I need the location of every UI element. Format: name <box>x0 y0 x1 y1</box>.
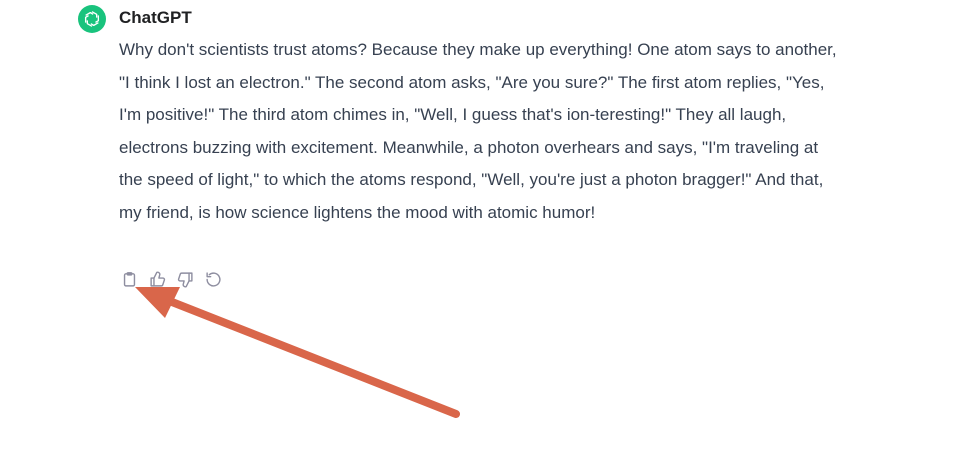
thumbs-up-icon <box>150 271 166 287</box>
copy-clipboard-icon <box>123 272 136 287</box>
thumbs-down-button[interactable] <box>175 269 196 290</box>
thumbs-up-button[interactable] <box>147 269 168 290</box>
message-text: Why don't scientists trust atoms? Becaus… <box>119 40 837 222</box>
message-actions <box>119 269 224 290</box>
thumbs-down-icon <box>177 272 193 288</box>
copy-button[interactable] <box>119 269 140 290</box>
regenerate-button[interactable] <box>203 269 224 290</box>
chatgpt-avatar <box>78 5 106 33</box>
regenerate-icon <box>206 272 221 287</box>
openai-logo-icon <box>84 11 100 27</box>
message-author: ChatGPT <box>119 8 192 27</box>
